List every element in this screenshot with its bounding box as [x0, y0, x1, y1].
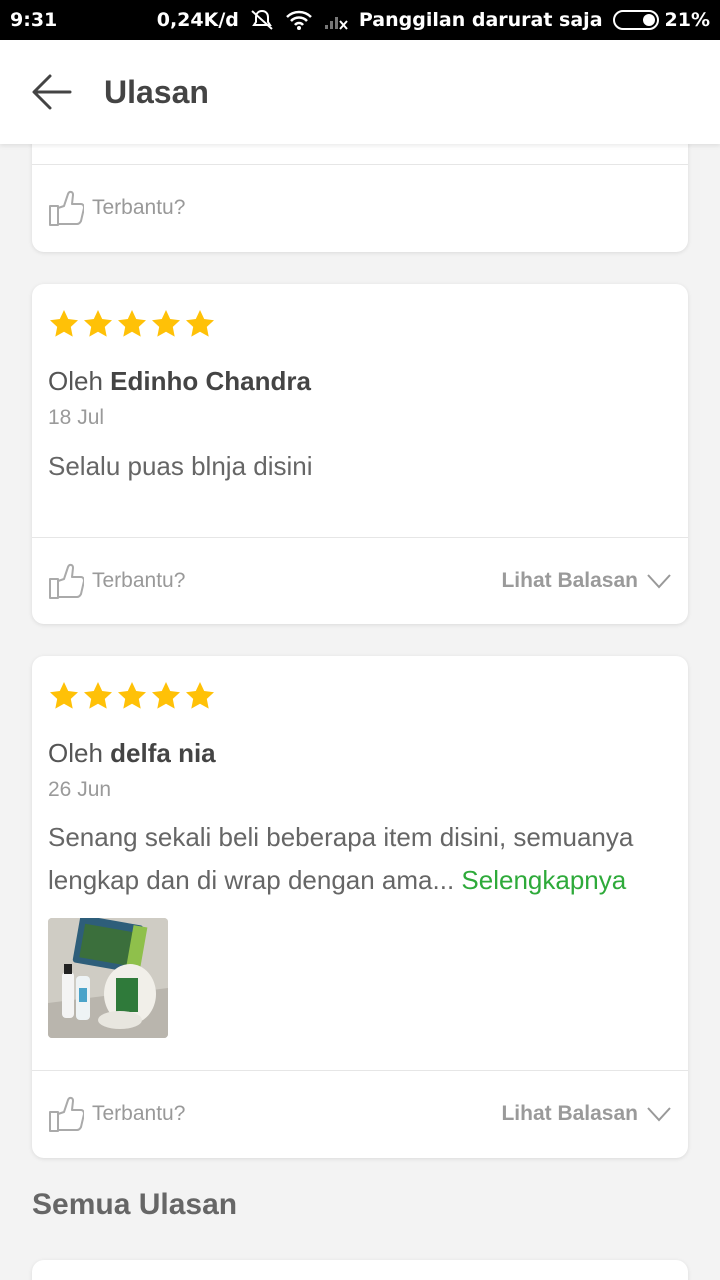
star-icon [186, 310, 214, 337]
see-replies-label: Lihat Balasan [501, 1102, 638, 1125]
read-more-link[interactable]: Selengkapnya [461, 865, 626, 895]
thumbs-up-icon [49, 563, 84, 599]
star-icon [152, 682, 180, 709]
reviewer-name: delfa nia [110, 738, 216, 768]
star-rating [48, 680, 216, 712]
see-replies-label: Lihat Balasan [501, 569, 638, 592]
star-icon [84, 310, 112, 337]
reviewer-line: Oleh delfa nia [48, 738, 216, 769]
section-title-all-reviews: Semua Ulasan [32, 1188, 238, 1221]
review-date: 26 Jun [48, 778, 112, 801]
review-text: Selalu puas blnja disini [48, 451, 313, 481]
product-photo [48, 918, 168, 1038]
see-replies-button[interactable]: Lihat Balasan [501, 569, 672, 593]
helpful-label: Terbantu? [92, 196, 186, 219]
thumbs-up-icon [49, 190, 84, 226]
battery-indicator: 21% [612, 9, 710, 31]
see-replies-button[interactable]: Lihat Balasan [501, 1102, 672, 1126]
reviewer-line: Oleh Edinho Chandra [48, 366, 311, 397]
review-photo-thumbnail[interactable] [48, 918, 168, 1038]
page-title: Ulasan [104, 73, 209, 110]
helpful-button[interactable]: Terbantu? [48, 562, 185, 600]
battery-icon [612, 10, 659, 30]
battery-percent: 21% [664, 9, 710, 31]
star-icon [152, 310, 180, 337]
review-date: 18 Jul [48, 406, 105, 429]
review-footer: Terbantu? Lihat Balasan [32, 538, 688, 624]
review-text: Senang sekali beli beberapa item disini,… [48, 816, 672, 902]
star-icon [50, 310, 78, 337]
app-bar: Ulasan [0, 40, 720, 144]
thumbs-up-icon [49, 1096, 84, 1132]
helpful-button[interactable]: Terbantu? [48, 189, 185, 227]
review-card: Oleh delfa nia 26 Jun Senang sekali beli… [32, 656, 688, 1158]
helpful-label: Terbantu? [92, 569, 186, 592]
status-bar: 9:31 0,24K/d Panggilan darurat saja 21% [0, 0, 720, 40]
signal-off-icon [323, 9, 349, 31]
carrier-text: Panggilan darurat saja [358, 9, 603, 31]
reviewer-name: Edinho Chandra [110, 366, 311, 396]
review-footer: Terbantu? [32, 165, 688, 251]
star-icon [84, 682, 112, 709]
review-footer: Terbantu? Lihat Balasan [32, 1071, 688, 1157]
wifi-icon [285, 9, 313, 31]
star-icon [118, 682, 146, 709]
arrow-left-icon [32, 74, 72, 110]
helpful-button[interactable]: Terbantu? [48, 1095, 185, 1133]
chevron-down-icon [647, 1107, 671, 1122]
back-button[interactable] [0, 40, 104, 144]
star-icon [118, 310, 146, 337]
by-prefix: Oleh [48, 366, 111, 396]
chevron-down-icon [647, 574, 671, 589]
net-speed: 0,24K/d [156, 9, 239, 31]
reviews-list[interactable]: Terbantu? Oleh Edinho Chandra 18 Jul Sel… [0, 144, 720, 1280]
star-icon [186, 682, 214, 709]
status-time: 9:31 [10, 9, 58, 31]
review-card [32, 1260, 688, 1280]
star-icon [50, 682, 78, 709]
by-prefix: Oleh [48, 738, 111, 768]
silent-alarm-icon [249, 8, 275, 32]
review-card: Oleh Edinho Chandra 18 Jul Selalu puas b… [32, 284, 688, 624]
review-card: Terbantu? [32, 144, 688, 252]
star-rating [48, 308, 216, 340]
helpful-label: Terbantu? [92, 1102, 186, 1125]
